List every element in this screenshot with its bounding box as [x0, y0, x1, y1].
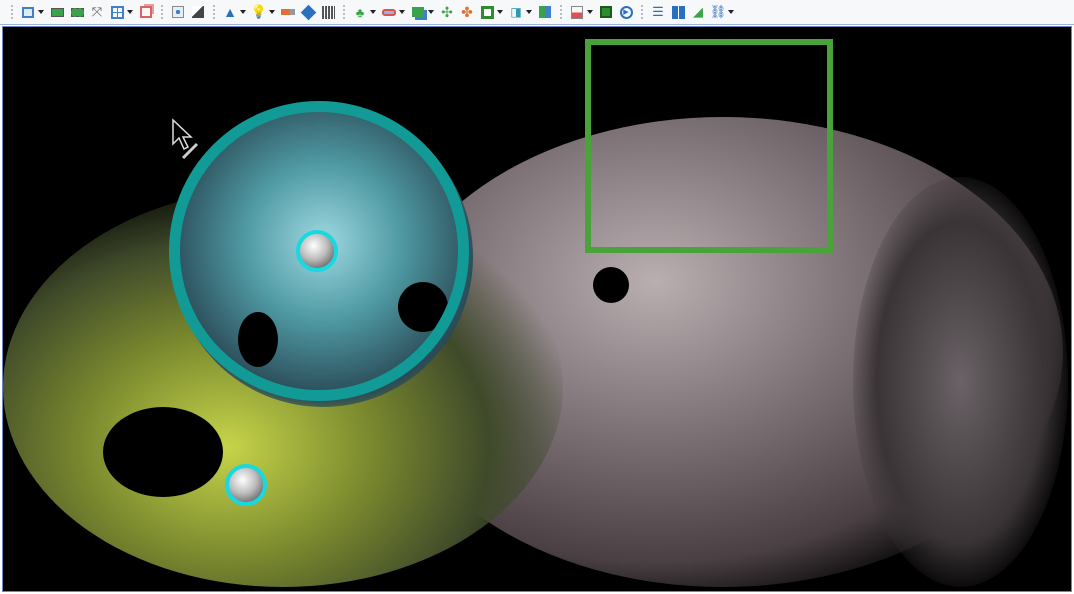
- toolbar-grip[interactable]: [343, 5, 345, 19]
- chevron-down-icon[interactable]: [526, 10, 532, 14]
- point-cloud-viewport[interactable]: [2, 26, 1072, 592]
- zoom-extents-icon[interactable]: [69, 4, 85, 20]
- split-view-icon[interactable]: [670, 4, 686, 20]
- chevron-down-icon[interactable]: [428, 10, 434, 14]
- list-icon[interactable]: ☰: [650, 4, 666, 20]
- toolbar-grip[interactable]: [161, 5, 163, 19]
- section-box-icon[interactable]: [170, 4, 186, 20]
- view-grid-icon[interactable]: [109, 4, 125, 20]
- box-view-icon[interactable]: [138, 4, 154, 20]
- point-cloud-slope: [853, 177, 1068, 587]
- region-icon[interactable]: [410, 4, 426, 20]
- shadow-hole: [103, 407, 223, 497]
- chevron-down-icon[interactable]: [399, 10, 405, 14]
- chevron-down-icon[interactable]: [587, 10, 593, 14]
- shadow-hole: [593, 267, 629, 303]
- document-icon[interactable]: [569, 4, 585, 20]
- toolbar-grip[interactable]: [560, 5, 562, 19]
- mirror-icon[interactable]: ◨: [508, 4, 524, 20]
- classify-icon[interactable]: ♣: [352, 4, 368, 20]
- chevron-down-icon[interactable]: [127, 10, 133, 14]
- chevron-down-icon[interactable]: [370, 10, 376, 14]
- view-cube-icon[interactable]: [20, 4, 36, 20]
- scan-position-marker[interactable]: [225, 464, 267, 506]
- scan-position-marker[interactable]: [296, 230, 338, 272]
- zoom-selection-icon[interactable]: ⤧: [89, 4, 105, 20]
- toolbar-grip[interactable]: [11, 5, 13, 19]
- clip-icon[interactable]: [190, 4, 206, 20]
- toolbar: ⤧ ▲ 💡 ♣ ✣ ✤ ◨ ▶ ☰ ◢ ⛓: [0, 0, 1074, 25]
- play-icon[interactable]: ▶: [618, 4, 634, 20]
- selection-box[interactable]: [585, 39, 833, 253]
- flashlight-icon[interactable]: [280, 4, 296, 20]
- measure-icon[interactable]: ✤: [459, 4, 475, 20]
- toolbar-grip[interactable]: [213, 5, 215, 19]
- chevron-down-icon[interactable]: [38, 10, 44, 14]
- chevron-down-icon[interactable]: [497, 10, 503, 14]
- frame-icon[interactable]: [479, 4, 495, 20]
- toolbar-grip[interactable]: [641, 5, 643, 19]
- map-icon[interactable]: [598, 4, 614, 20]
- point-display-icon[interactable]: ▲: [222, 4, 238, 20]
- mouse-cursor-icon: [171, 118, 201, 167]
- cluster-icon[interactable]: [537, 4, 553, 20]
- chevron-down-icon[interactable]: [269, 10, 275, 14]
- chevron-down-icon[interactable]: [728, 10, 734, 14]
- lighting-icon[interactable]: 💡: [251, 4, 267, 20]
- grid-icon[interactable]: [320, 4, 336, 20]
- scan-icon[interactable]: [381, 4, 397, 20]
- color-tag-icon[interactable]: [300, 4, 316, 20]
- fit-view-icon[interactable]: [49, 4, 65, 20]
- link-icon[interactable]: ⛓: [710, 4, 727, 20]
- align-icon[interactable]: ✣: [439, 4, 455, 20]
- chevron-down-icon[interactable]: [240, 10, 246, 14]
- terrain-icon[interactable]: ◢: [690, 4, 706, 20]
